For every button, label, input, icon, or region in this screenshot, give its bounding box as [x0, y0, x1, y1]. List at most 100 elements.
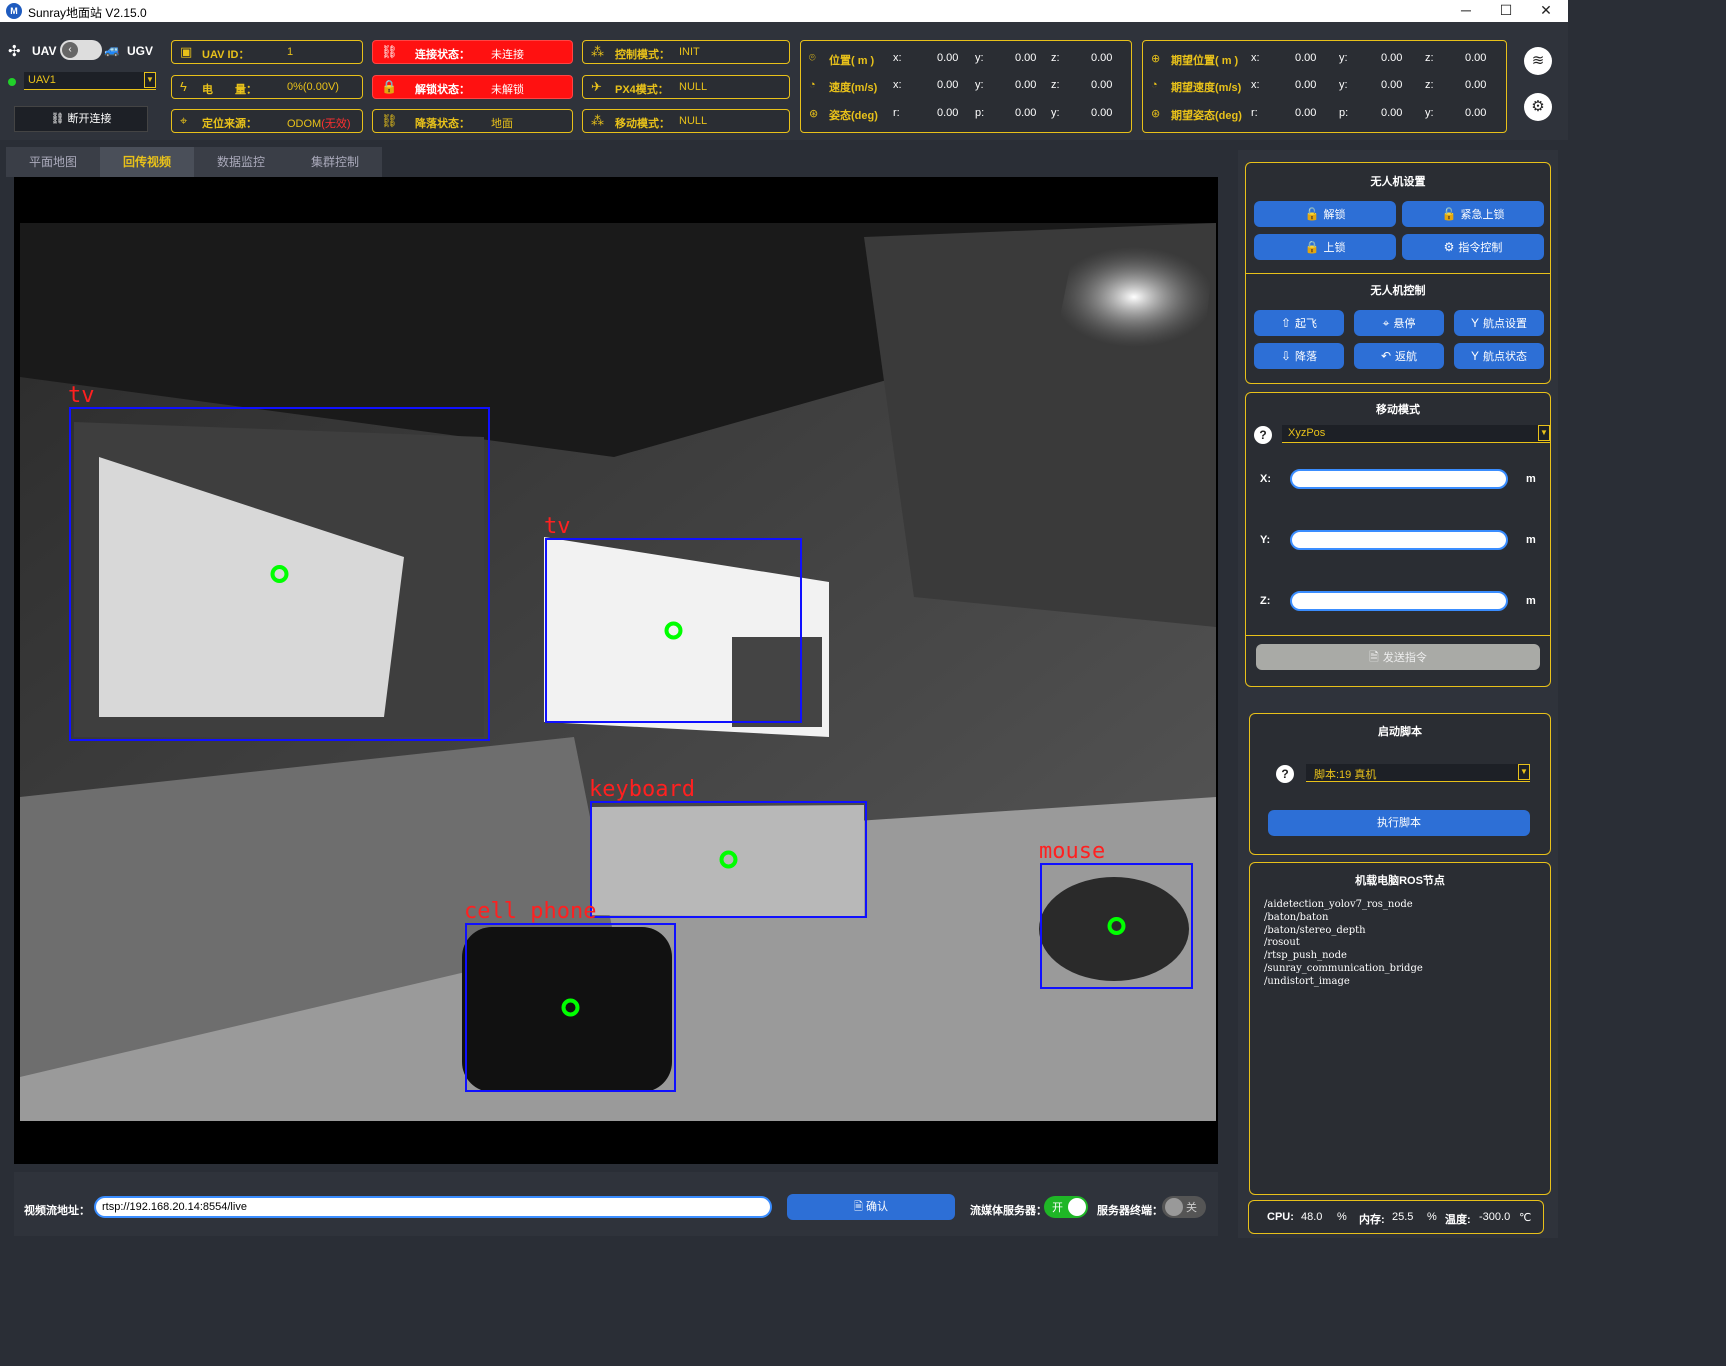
return-button[interactable]: ↶ 返航 — [1354, 343, 1444, 369]
command-control-button[interactable]: ⚙ 指令控制 — [1402, 234, 1544, 260]
attitude-label: 姿态(deg) — [829, 110, 878, 122]
z-input[interactable] — [1290, 591, 1508, 611]
unlock-icon: 🔓 — [1304, 207, 1320, 221]
axis-label: z: — [1425, 52, 1434, 64]
lock-status-label: 解锁状态： — [415, 84, 470, 96]
waypoint-status-button[interactable]: Y 航点状态 — [1454, 343, 1544, 369]
axis-label: y: — [1051, 107, 1060, 119]
expected-position-label: 期望位置( m ) — [1171, 55, 1239, 67]
battery-label: 电 量： — [202, 84, 257, 96]
close-button[interactable]: ✕ — [1526, 0, 1566, 22]
speedometer-icon: ◔ — [809, 79, 816, 91]
position-z: 0.00 — [1091, 52, 1113, 64]
uav-settings-title: 无人机设置 — [1370, 176, 1426, 188]
memory-unit: % — [1427, 1211, 1437, 1223]
landing-status-box: ⛓ 降落状态： 地面 — [372, 109, 573, 133]
expected-velocity-row: ◔ 期望速度(m/s) x: 0.00 y: 0.00 z: 0.00 — [1143, 76, 1506, 96]
document-icon: 🗎 — [854, 1201, 866, 1213]
minimize-button[interactable]: ─ — [1446, 0, 1486, 22]
y-label: Y: — [1260, 534, 1271, 546]
id-card-icon: ▣ — [180, 44, 193, 59]
velocity-label: 速度(m/s) — [829, 82, 878, 94]
px4-mode-box: ✈ PX4模式： NULL — [582, 75, 790, 99]
move-mode-value: NULL — [679, 115, 708, 127]
confirm-label: 确认 — [865, 1201, 888, 1213]
lock-button[interactable]: 🔒 上锁 — [1254, 234, 1396, 260]
return-arrow-icon: ↶ — [1380, 349, 1392, 363]
unlock-button[interactable]: 🔓 解锁 — [1254, 201, 1396, 227]
waypoint-set-button[interactable]: Y 航点设置 — [1454, 310, 1544, 336]
x-label: X: — [1260, 473, 1271, 485]
ros-node-list: /aidetection_yolov7_ros_node/baton/baton… — [1264, 899, 1423, 989]
axis-label: y: — [1339, 79, 1348, 91]
script-select[interactable]: 脚本:19 真机 ▼ — [1306, 764, 1530, 782]
temperature-label: 温度: — [1445, 1214, 1471, 1226]
ros-nodes-panel: 机载电脑ROS节点 /aidetection_yolov7_ros_node/b… — [1249, 862, 1551, 1195]
server-terminal-label: 服务器终端： — [1097, 1205, 1163, 1217]
gear-icon: ⚙ — [1531, 98, 1545, 115]
velocity-row: ◔ 速度(m/s) x: 0.00 y: 0.00 z: 0.00 — [801, 76, 1131, 96]
media-server-toggle[interactable]: 开 — [1044, 1196, 1088, 1218]
axis-label: y: — [975, 79, 984, 91]
remote-icon: ⁂ — [591, 113, 604, 128]
script-title: 启动脚本 — [1378, 726, 1422, 738]
uav-id-box: ▣ UAV ID： 1 — [171, 40, 363, 64]
land-button[interactable]: ⇩ 降落 — [1254, 343, 1344, 369]
position-label: 位置( m ) — [829, 55, 875, 67]
help-icon[interactable]: ? — [1254, 426, 1272, 444]
hover-label: 悬停 — [1393, 318, 1416, 330]
emergency-lock-button[interactable]: 🔓 紧急上锁 — [1402, 201, 1544, 227]
axis-label: z: — [1051, 52, 1060, 64]
stream-url-input[interactable] — [94, 1196, 772, 1218]
tab-swarm-control[interactable]: 集群控制 — [288, 147, 382, 177]
toggle-knob — [1165, 1198, 1183, 1216]
expected-position-row: ⊕ 期望位置( m ) x: 0.00 y: 0.00 z: 0.00 — [1143, 49, 1506, 69]
confirm-button[interactable]: 🗎 确认 — [787, 1194, 955, 1220]
takeoff-button[interactable]: ⇧ 起飞 — [1254, 310, 1344, 336]
tab-data-monitor[interactable]: 数据监控 — [194, 147, 288, 177]
uav-label: UAV — [32, 44, 57, 58]
settings-button[interactable]: ⚙ — [1524, 93, 1552, 121]
tab-video[interactable]: 回传视频 — [100, 147, 194, 177]
run-script-button[interactable]: 执行脚本 — [1268, 810, 1530, 836]
uav-ugv-toggle[interactable]: ‹ — [60, 40, 102, 60]
memory-value: 25.5 — [1392, 1211, 1414, 1223]
disconnect-label: 断开连接 — [67, 113, 112, 125]
server-terminal-toggle[interactable]: 关 — [1162, 1196, 1206, 1218]
help-icon[interactable]: ? — [1276, 765, 1294, 783]
move-mode-label: 移动模式： — [615, 118, 670, 130]
media-server-label: 流媒体服务器： — [970, 1205, 1047, 1217]
script-panel: 启动脚本 ? 脚本:19 真机 ▼ 执行脚本 — [1249, 713, 1551, 855]
expected-velocity-x: 0.00 — [1295, 79, 1317, 91]
maximize-button[interactable]: ☐ — [1486, 0, 1526, 22]
ros-node-item: /aidetection_yolov7_ros_node — [1264, 899, 1413, 910]
expected-attitude-pitch: 0.00 — [1381, 107, 1403, 119]
axis-label: p: — [1339, 107, 1349, 119]
x-input[interactable] — [1290, 469, 1508, 489]
axis-label: x: — [1251, 79, 1260, 91]
window-title: Sunray地面站 V2.15.0 — [28, 6, 147, 20]
wifi-button[interactable]: ≋ — [1524, 47, 1552, 75]
disconnect-button[interactable]: ⛓ 断开连接 — [14, 106, 148, 132]
vehicle-select-value: UAV1 — [28, 74, 56, 86]
hover-button[interactable]: ⌖ 悬停 — [1354, 310, 1444, 336]
detection-label: tv — [68, 383, 95, 408]
memory-label: 内存: — [1359, 1214, 1385, 1226]
command-icon: ⚙ — [1443, 240, 1455, 254]
plane-icon: ✈ — [591, 79, 602, 94]
px4-mode-value: NULL — [679, 81, 708, 93]
connection-status-label: 连接状态： — [415, 49, 470, 61]
waypoint-status-label: 航点状态 — [1483, 351, 1527, 363]
system-status-bar: CPU: 48.0 % 内存: 25.5 % 温度: -300.0 ℃ — [1248, 1200, 1544, 1234]
tab-map[interactable]: 平面地图 — [6, 147, 100, 177]
ros-node-item: /sunray_communication_bridge — [1264, 962, 1423, 974]
y-input[interactable] — [1290, 530, 1508, 550]
move-mode-select[interactable]: XyzPos ▼ — [1282, 425, 1550, 443]
vehicle-select[interactable]: UAV1 ▼ — [24, 72, 156, 90]
toggle-knob — [1068, 1198, 1086, 1216]
ros-node-item: /rosout — [1264, 937, 1300, 949]
send-command-button[interactable]: 🗎 发送指令 — [1256, 644, 1540, 670]
link-icon: ⛓ — [381, 44, 398, 59]
arrow-down-circle-icon: ⇩ — [1280, 349, 1292, 363]
media-server-state: 开 — [1052, 1202, 1063, 1214]
